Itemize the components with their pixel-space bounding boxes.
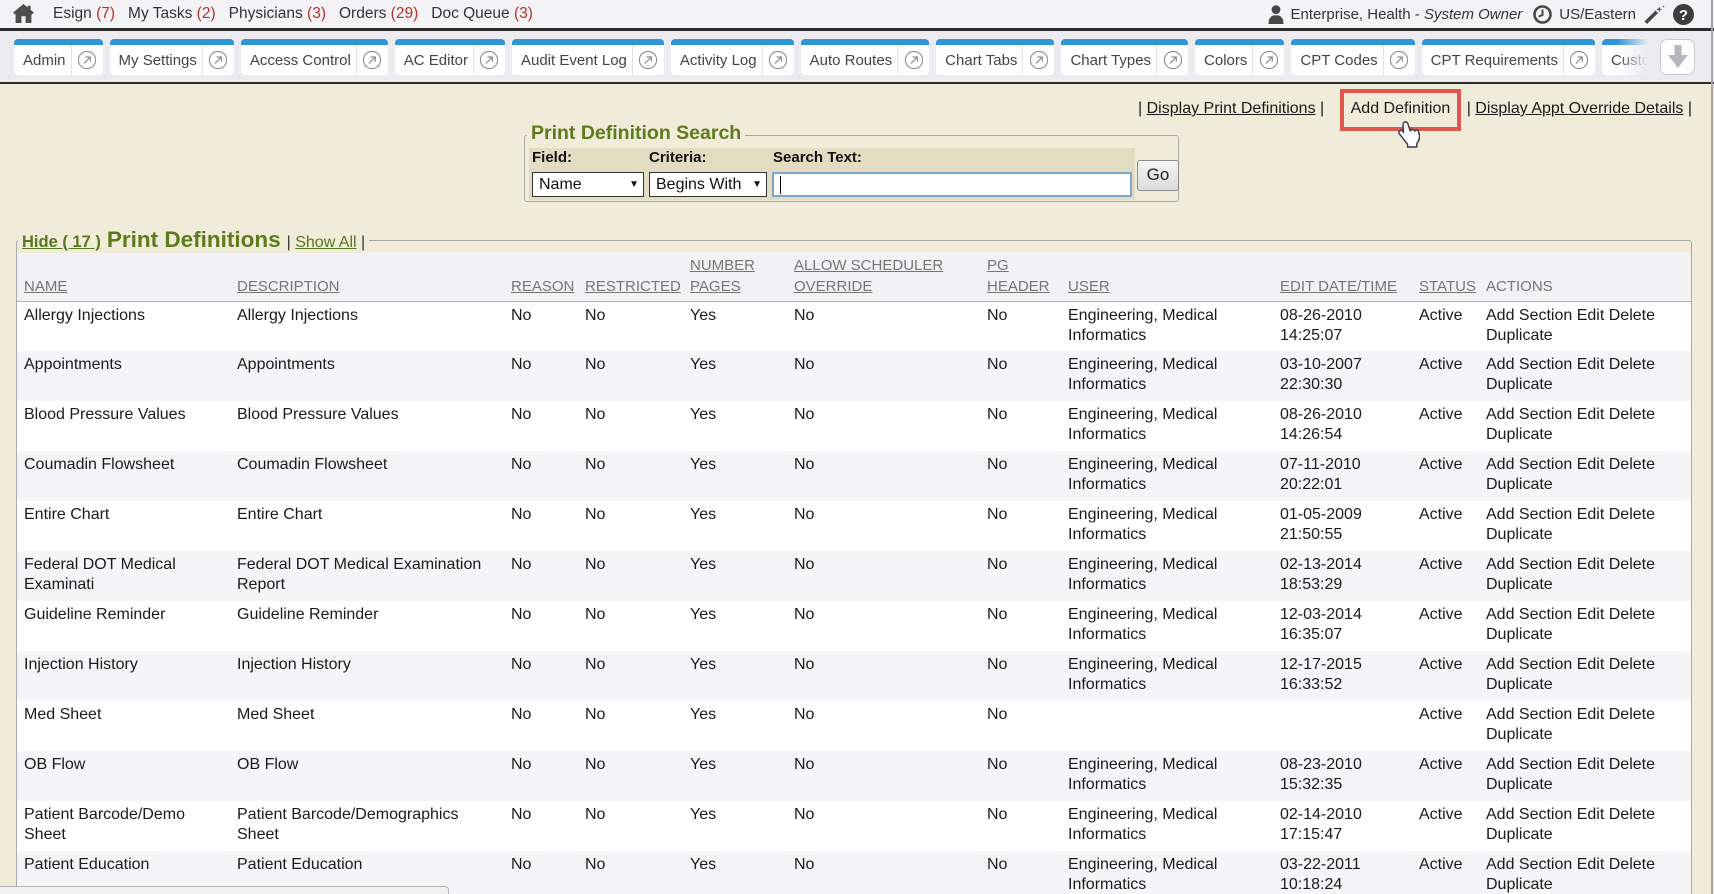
svg-text:?: ? xyxy=(1679,7,1688,24)
